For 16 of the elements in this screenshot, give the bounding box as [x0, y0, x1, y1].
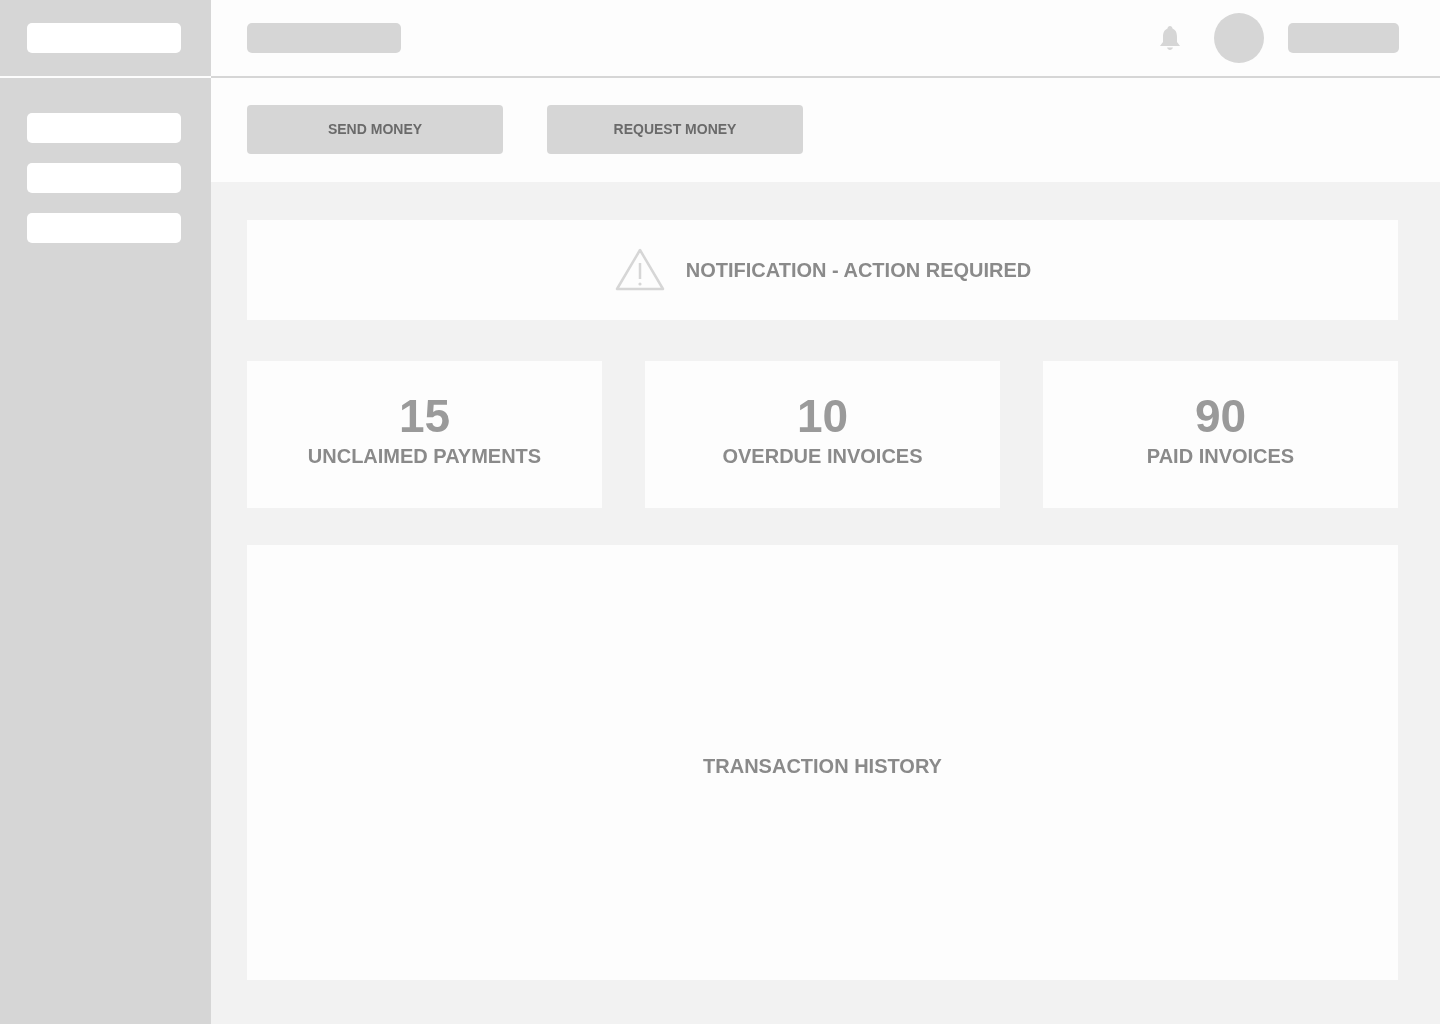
notification-text: NOTIFICATION - ACTION REQUIRED — [685, 258, 1032, 282]
stat-label: UNCLAIMED PAYMENTS — [307, 445, 542, 468]
nav-item-placeholder[interactable] — [27, 213, 181, 243]
warning-icon — [613, 247, 666, 293]
avatar[interactable] — [1214, 13, 1264, 63]
action-button[interactable]: REQUEST MONEY — [547, 104, 803, 154]
stat-value: 90 — [1194, 393, 1247, 439]
nav-item-placeholder[interactable] — [27, 163, 181, 193]
stat-value: 15 — [398, 393, 451, 439]
stat-value: 10 — [796, 393, 849, 439]
nav-item-placeholder[interactable] — [27, 113, 181, 143]
username-placeholder[interactable] — [1288, 23, 1399, 53]
stat-label: OVERDUE INVOICES — [722, 445, 923, 468]
transaction-history-title: TRANSACTION HISTORY — [703, 755, 942, 778]
stat-label: PAID INVOICES — [1146, 445, 1295, 468]
action-button[interactable]: SEND MONEY — [247, 104, 503, 154]
